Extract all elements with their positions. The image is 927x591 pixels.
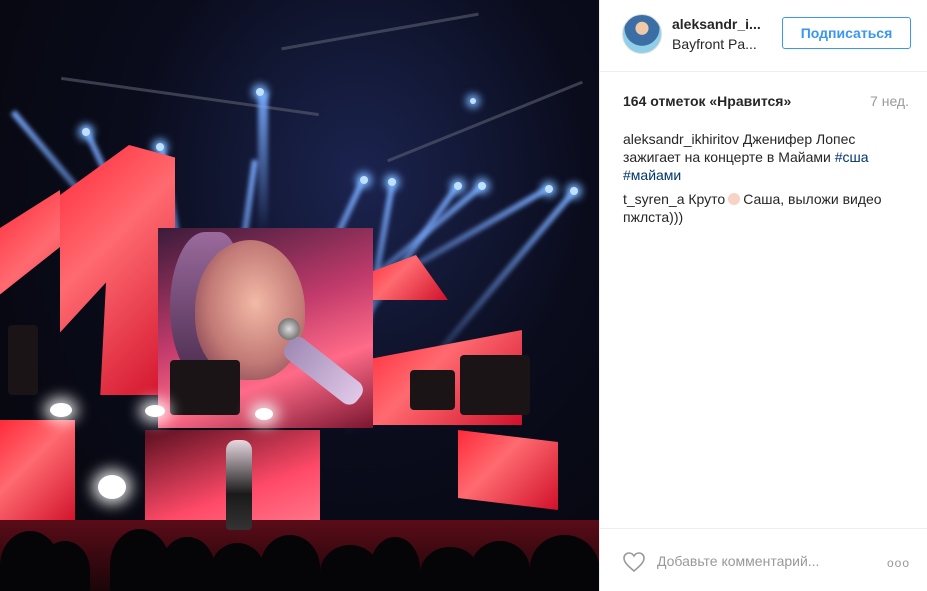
follow-button[interactable]: Подписаться — [782, 17, 911, 49]
stage-light — [256, 88, 264, 96]
red-led-panel — [458, 430, 558, 510]
stage-light — [470, 98, 476, 104]
guitarist — [8, 325, 38, 395]
hashtag-link[interactable]: #сша — [835, 149, 869, 165]
microphone — [278, 318, 300, 340]
stage-light — [545, 185, 553, 193]
comment-item: t_syren_a Круто Саша, выложи видео пжлста… — [623, 190, 913, 226]
stage-light — [478, 182, 486, 190]
post-sidebar: aleksandr_i... Bayfront Pa... Подписатьс… — [599, 0, 927, 591]
post-photo[interactable] — [0, 0, 599, 591]
stage-light — [360, 176, 368, 184]
comment-item: aleksandr_ikhiritov Дженифер Лопес зажиг… — [623, 130, 913, 184]
stage-light — [570, 187, 578, 195]
comment-text: Круто — [688, 191, 726, 207]
more-options-icon[interactable]: ooo — [887, 556, 910, 570]
stage-spotlight — [98, 475, 126, 499]
comment-username[interactable]: aleksandr_ikhiritov — [623, 131, 739, 147]
comment-username[interactable]: t_syren_a — [623, 191, 684, 207]
stage-light — [82, 128, 90, 136]
comments-list: aleksandr_ikhiritov Дженифер Лопес зажиг… — [623, 130, 913, 232]
likes-count[interactable]: 164 отметок «Нравится» — [623, 93, 791, 109]
username-link[interactable]: aleksandr_i... — [672, 16, 772, 32]
emoji-icon — [728, 193, 741, 205]
performer — [226, 440, 252, 530]
stage-truss — [281, 12, 479, 51]
comment-bar: Добавьте комментарий... ooo — [600, 528, 927, 591]
stage-light — [388, 178, 396, 186]
red-led-panel — [0, 420, 75, 525]
stage-light — [454, 182, 462, 190]
location-link[interactable]: Bayfront Pa... — [672, 36, 772, 52]
drum-kit — [410, 370, 455, 410]
avatar[interactable] — [622, 14, 662, 54]
hashtag-link[interactable]: #майами — [623, 167, 681, 183]
post-header: aleksandr_i... Bayfront Pa... Подписатьс… — [600, 0, 927, 72]
drum-kit — [170, 360, 240, 415]
drum-kit — [460, 355, 530, 415]
stage-light — [156, 143, 164, 151]
comment-input[interactable]: Добавьте комментарий... — [657, 553, 819, 569]
stage-spotlight — [145, 405, 165, 417]
heart-icon[interactable] — [622, 551, 646, 573]
post-age[interactable]: 7 нед. — [870, 93, 909, 109]
stage-truss — [61, 76, 319, 117]
stage-spotlight — [255, 408, 273, 420]
stage-truss — [387, 80, 583, 163]
stage-spotlight — [50, 403, 72, 417]
light-beam — [258, 92, 268, 232]
